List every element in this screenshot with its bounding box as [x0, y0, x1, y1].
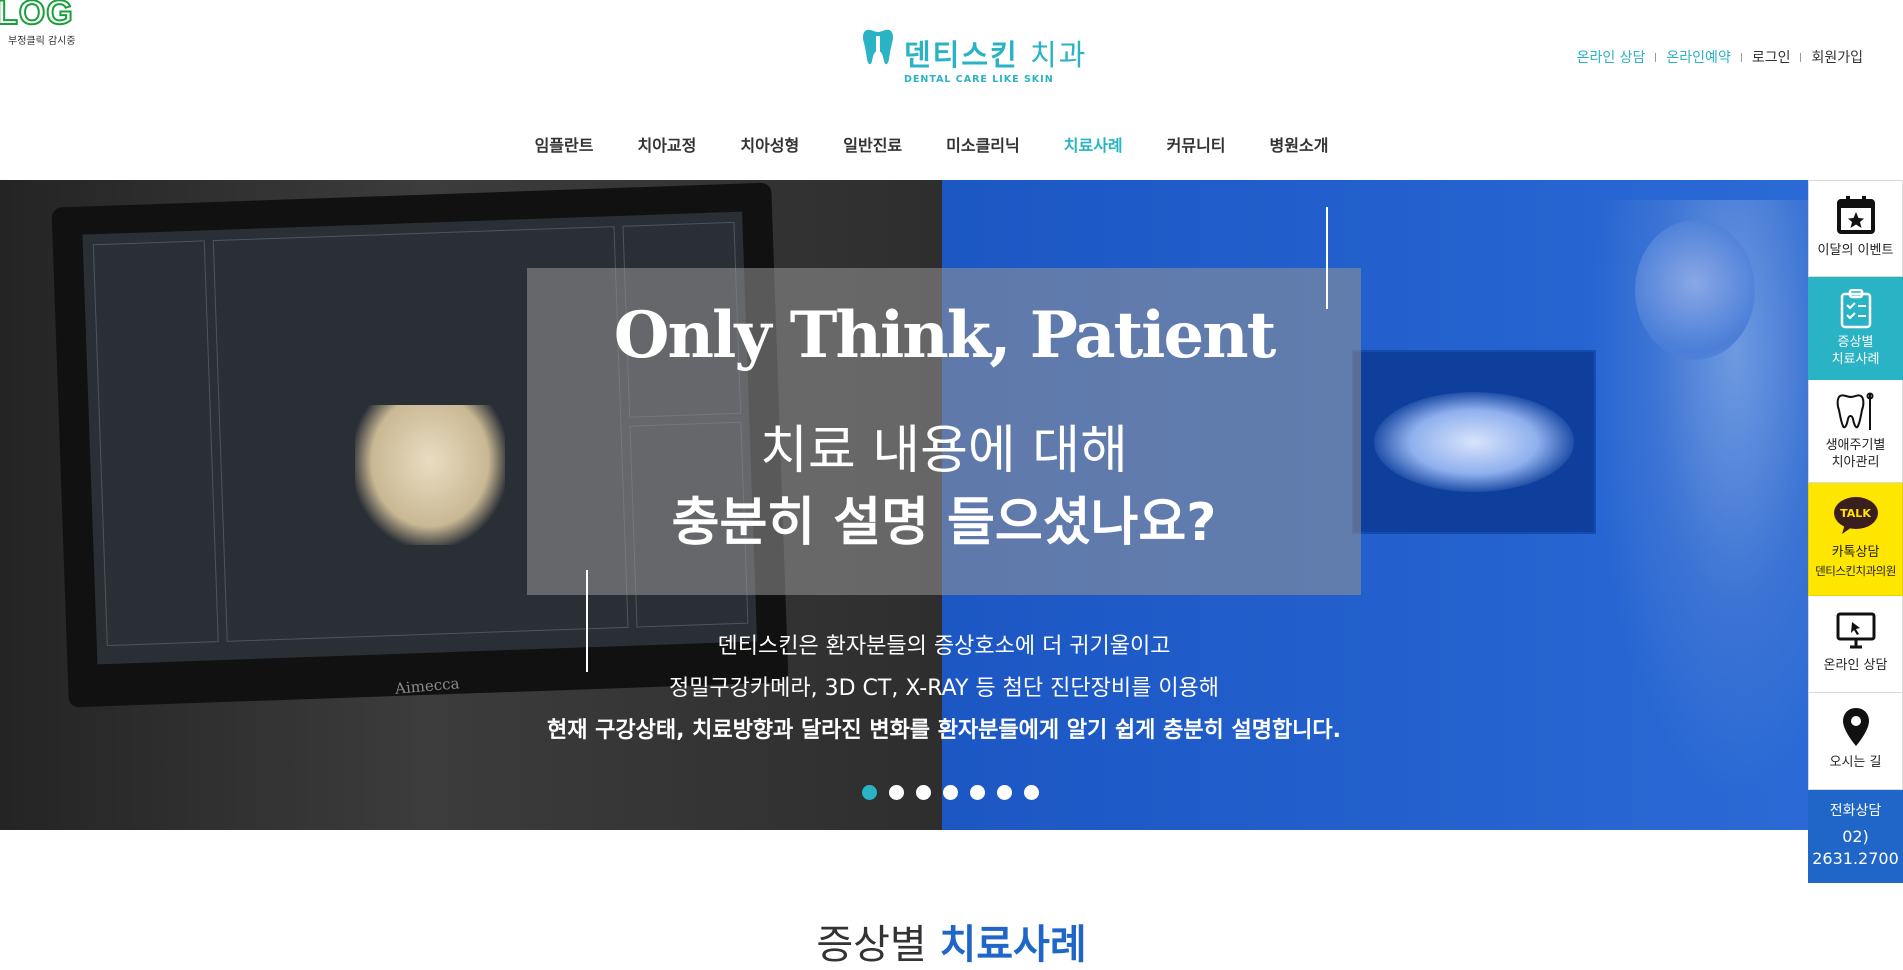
- brand-name: 덴티스킨 치과: [904, 38, 1088, 72]
- hero-desc-1: 덴티스킨은 환자분들의 증상호소에 더 귀기울이고: [717, 634, 1171, 659]
- quick-event[interactable]: 이달의 이벤트: [1808, 180, 1903, 277]
- hero-desc-2: 정밀구강카메라, 3D CT, X-RAY 등 첨단 진단장비를 이용해: [668, 676, 1220, 701]
- quick-menu: 이달의 이벤트 증상별 치료사례 생애주기별 치아관리 TALK 카톡상담 덴티…: [1808, 180, 1903, 883]
- section-title-1: 증상별: [816, 922, 927, 968]
- quick-kakao-label-1: 카톡상담: [1831, 545, 1880, 560]
- nav-item-community[interactable]: 커뮤니티: [1167, 132, 1226, 156]
- quick-online-consult[interactable]: 온라인 상담: [1808, 596, 1903, 693]
- main-nav: 임플란트 치아교정 치아성형 일반진료 미소클리닉 치료사례 커뮤니티 병원소개: [0, 132, 1903, 156]
- site-logo[interactable]: 덴티스킨 치과 DENTAL CARE LIKE SKIN: [862, 26, 1085, 92]
- divider: [1740, 52, 1742, 62]
- section-title-2: 치료사례: [939, 922, 1087, 968]
- slider-dot-4[interactable]: [943, 785, 958, 800]
- slider-dot-2[interactable]: [889, 785, 904, 800]
- hero-subtitle-1: 치료 내용에 대해: [760, 421, 1128, 481]
- online-reservation-link[interactable]: 온라인예약: [1666, 47, 1730, 67]
- slider-dot-7[interactable]: [1024, 785, 1039, 800]
- nav-item-cases[interactable]: 치료사례: [1064, 132, 1123, 156]
- quick-lifecycle-label-2: 치아관리: [1831, 455, 1880, 470]
- clipboard-icon: [1840, 289, 1872, 329]
- phone-number: 2631.2700: [1812, 849, 1899, 868]
- slider-dot-5[interactable]: [970, 785, 985, 800]
- quick-lifecycle[interactable]: 생애주기별 치아관리: [1808, 380, 1903, 483]
- slider-dot-3[interactable]: [916, 785, 931, 800]
- divider: [1655, 52, 1657, 62]
- nav-item-general[interactable]: 일반진료: [843, 132, 902, 156]
- quick-cases[interactable]: 증상별 치료사례: [1808, 277, 1903, 380]
- login-link[interactable]: 로그인: [1752, 47, 1791, 67]
- quick-kakao[interactable]: TALK 카톡상담 덴티스킨치과의원: [1808, 483, 1903, 596]
- nav-item-about[interactable]: 병원소개: [1270, 132, 1329, 156]
- quick-lifecycle-label-1: 생애주기별: [1825, 438, 1886, 453]
- divider: [1800, 52, 1802, 62]
- nav-item-orthodontics[interactable]: 치아교정: [637, 132, 696, 156]
- brand-tagline: DENTAL CARE LIKE SKIN: [904, 74, 1054, 85]
- quick-directions-label: 오시는 길: [1829, 755, 1882, 770]
- hero-subtitle-2: 충분히 설명 들으셨나요?: [671, 493, 1217, 553]
- section-heading: 증상별 치료사례: [0, 912, 1903, 970]
- quick-event-label: 이달의 이벤트: [1817, 243, 1894, 258]
- badge-logo: LOG: [0, 0, 74, 26]
- tooth-tool-icon: [1836, 392, 1874, 430]
- nav-item-implant[interactable]: 임플란트: [535, 132, 594, 156]
- calendar-star-icon: [1837, 196, 1875, 234]
- quick-directions[interactable]: 오시는 길: [1808, 693, 1903, 790]
- quick-phone[interactable]: 전화상담 02) 2631.2700: [1808, 790, 1903, 883]
- nav-item-smile-clinic[interactable]: 미소클리닉: [946, 132, 1020, 156]
- slider-dot-1[interactable]: [862, 785, 877, 800]
- map-pin-icon: [1843, 708, 1869, 746]
- hero-slider: Aimecca Only Think, Patient 치료 내용에 대해 충분…: [0, 180, 1903, 830]
- online-consult-link[interactable]: 온라인 상담: [1577, 47, 1646, 67]
- slider-pagination: [862, 785, 1051, 800]
- kakao-icon-text: TALK: [1840, 507, 1871, 520]
- slider-dot-6[interactable]: [997, 785, 1012, 800]
- nav-item-cosmetic[interactable]: 치아성형: [740, 132, 799, 156]
- quick-online-label: 온라인 상담: [1823, 658, 1888, 673]
- hero-desc-3: 현재 구강상태, 치료방향과 달라진 변화를 환자분들에게 알기 쉽게 충분히 …: [546, 718, 1342, 743]
- phone-label: 전화상담: [1829, 803, 1882, 819]
- tooth-icon: [863, 29, 893, 65]
- decor-line-top: [1326, 207, 1328, 309]
- quick-cases-label-2: 치료사례: [1831, 352, 1880, 367]
- quick-cases-label-1: 증상별: [1837, 335, 1874, 350]
- quick-kakao-label-2: 덴티스킨치과의원: [1815, 564, 1896, 578]
- click-monitor-badge: LOG 부정클릭 감시중: [0, 0, 100, 47]
- monitor-icon: [1836, 612, 1876, 649]
- signup-link[interactable]: 회원가입: [1811, 47, 1863, 67]
- phone-area: 02): [1842, 827, 1869, 846]
- badge-text: 부정클릭 감시중: [8, 36, 76, 47]
- hero-title: Only Think, Patient: [613, 298, 1277, 373]
- utility-links: 온라인 상담 온라인예약 로그인 회원가입: [1577, 47, 1863, 67]
